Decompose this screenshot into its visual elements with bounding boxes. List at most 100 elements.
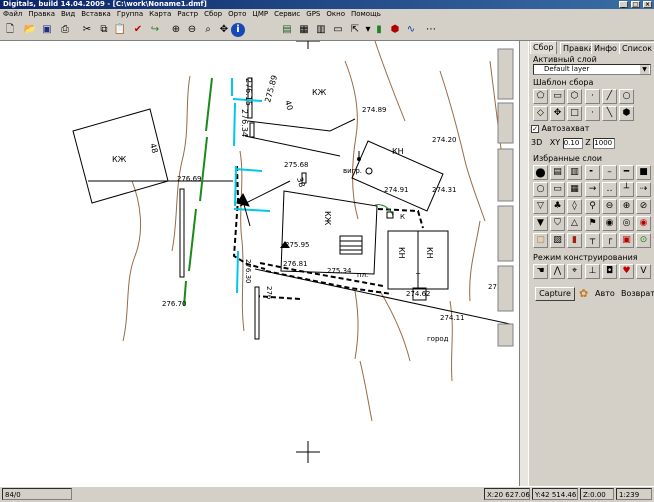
menu-collect[interactable]: Сбор xyxy=(201,9,225,20)
t-line-icon[interactable]: ┬ xyxy=(585,233,600,248)
shield-icon[interactable]: ⛉ xyxy=(550,216,565,231)
line-tool-icon[interactable]: ╱ xyxy=(602,89,617,104)
map-drawing[interactable]: КЖ 48 276.15 275.89 40 КЖ 274.89 276.34 … xyxy=(0,41,520,486)
menu-ortho[interactable]: Орто xyxy=(225,9,249,20)
menu-dem[interactable]: ЦМР xyxy=(249,9,271,20)
flag-icon[interactable]: ⚑ xyxy=(585,216,600,231)
paste-icon[interactable]: 📋 xyxy=(113,23,127,37)
dot-tool-icon[interactable]: · xyxy=(585,89,600,104)
move-tool-icon[interactable]: ✥ xyxy=(550,106,565,121)
node-icon[interactable]: ◉ xyxy=(602,216,617,231)
menu-insert[interactable]: Вставка xyxy=(78,9,114,20)
split-rect-icon[interactable]: ▭ xyxy=(550,182,565,197)
grid-icon[interactable]: ▦ xyxy=(297,23,311,37)
autocapture-checkbox[interactable]: ✓ xyxy=(531,124,539,133)
menu-view[interactable]: Вид xyxy=(58,9,78,20)
orange-rect-icon[interactable]: ▢ xyxy=(533,233,548,248)
menu-gps[interactable]: GPS xyxy=(303,9,323,20)
circle-cross-icon[interactable]: ⊕ xyxy=(619,199,634,214)
target-icon[interactable]: ⊖ xyxy=(602,199,617,214)
return-button[interactable]: Возврат xyxy=(621,289,654,298)
save-icon[interactable]: ▣ xyxy=(40,23,54,37)
info-icon[interactable]: i xyxy=(231,23,245,37)
polygon-tool-icon[interactable]: ⬠ xyxy=(533,89,548,104)
pin-icon[interactable]: ⚲ xyxy=(585,199,600,214)
outline-circle-icon[interactable]: ○ xyxy=(533,182,548,197)
close-button[interactable]: × xyxy=(643,1,652,8)
chevron-down-icon[interactable]: ▼ xyxy=(640,65,649,74)
capture-button[interactable]: Capture xyxy=(535,287,575,301)
redo-icon[interactable]: ↪ xyxy=(148,23,162,37)
more-icon[interactable]: ⋯ xyxy=(424,23,438,37)
triangle-icon[interactable]: △ xyxy=(567,216,582,231)
tab-list[interactable]: Список xyxy=(619,42,654,54)
square-snap-icon[interactable]: ◘ xyxy=(602,264,617,279)
arrow-double-icon[interactable]: ⇢ xyxy=(636,182,651,197)
hand-icon[interactable]: ☚ xyxy=(533,264,548,279)
curve-icon[interactable]: ∿ xyxy=(404,23,418,37)
circle-tool-icon[interactable]: ○ xyxy=(619,89,634,104)
rect-tool-icon[interactable]: ▭ xyxy=(550,89,565,104)
drop-icon[interactable]: ◊ xyxy=(567,199,582,214)
menu-map[interactable]: Карта xyxy=(146,9,174,20)
red-square-icon[interactable]: ▣ xyxy=(619,233,634,248)
zoom-out-icon[interactable]: ⊖ xyxy=(185,23,199,37)
arrow-line-icon[interactable]: → xyxy=(585,182,600,197)
triangle-down-icon[interactable]: ▽ xyxy=(533,199,548,214)
red-target-icon[interactable]: ◉ xyxy=(636,216,651,231)
copy-icon[interactable]: ⧉ xyxy=(97,23,111,37)
closed-shape-icon[interactable]: ⬡ xyxy=(567,89,582,104)
ring-icon[interactable]: ◎ xyxy=(619,216,634,231)
traffic-light-icon[interactable]: ▮ xyxy=(372,23,386,37)
coord-z-input[interactable]: 1000 xyxy=(593,138,616,149)
table-icon[interactable]: ▥ xyxy=(314,23,328,37)
snap-line-icon[interactable]: ⊥ xyxy=(585,264,600,279)
heart-icon[interactable]: ♥ xyxy=(619,264,634,279)
tab-info[interactable]: Инфо xyxy=(591,42,620,54)
zoom-fit-icon[interactable]: ⌕ xyxy=(201,23,215,37)
black-circle-icon[interactable]: ● xyxy=(533,165,548,180)
double-rect-icon[interactable]: ▥ xyxy=(567,165,582,180)
marker-line-icon[interactable]: ╸ xyxy=(585,165,600,180)
minimize-button[interactable]: _ xyxy=(619,1,628,8)
triangle-filled-icon[interactable]: ▼ xyxy=(533,216,548,231)
active-layer-select[interactable]: Default layer ▼ xyxy=(533,64,651,75)
red-bar-icon[interactable]: ▮ xyxy=(567,233,582,248)
point-tool-icon[interactable]: · xyxy=(585,106,600,121)
maximize-button[interactable]: □ xyxy=(631,1,640,8)
tab-collect[interactable]: Сбор xyxy=(530,41,557,54)
cut-icon[interactable]: ✂ xyxy=(80,23,94,37)
auto-button[interactable]: Авто xyxy=(595,289,615,298)
menu-edit[interactable]: Правка xyxy=(25,9,58,20)
square-tool-icon[interactable]: ◇ xyxy=(533,106,548,121)
vertical-scrollbar[interactable] xyxy=(519,41,528,486)
layers-icon[interactable]: ▤ xyxy=(280,23,294,37)
new-icon[interactable]: 🗋 xyxy=(3,23,17,37)
v-icon[interactable]: V xyxy=(636,264,651,279)
rect-outline-icon[interactable]: □ xyxy=(567,106,582,121)
tick-line-icon[interactable]: ┴ xyxy=(619,182,634,197)
palette-icon[interactable]: ✿ xyxy=(579,287,588,300)
snap-icon[interactable]: ⌖ xyxy=(567,264,582,279)
hatched-rect-icon[interactable]: ▤ xyxy=(550,165,565,180)
box3d-tool-icon[interactable]: ⬢ xyxy=(619,106,634,121)
dot-dash-icon[interactable]: ‥ xyxy=(602,182,617,197)
tree-icon[interactable]: ♣ xyxy=(550,199,565,214)
map-canvas[interactable]: КЖ 48 276.15 275.89 40 КЖ 274.89 276.34 … xyxy=(0,41,520,486)
menu-service[interactable]: Сервис xyxy=(271,9,303,20)
menu-window[interactable]: Окно xyxy=(323,9,348,20)
print-icon[interactable]: ⎙ xyxy=(58,23,72,37)
green-dot-icon[interactable]: ⊙ xyxy=(636,233,651,248)
window-icon[interactable]: ▭ xyxy=(331,23,345,37)
open-icon[interactable]: 📂 xyxy=(23,23,37,37)
menu-file[interactable]: Файл xyxy=(0,9,25,20)
pointer-icon[interactable]: ⇱ xyxy=(348,23,362,37)
check-icon[interactable]: ✔ xyxy=(131,23,145,37)
vertex-icon[interactable]: ⋀ xyxy=(550,264,565,279)
zoom-in-icon[interactable]: ⊕ xyxy=(169,23,183,37)
grid-rect-icon[interactable]: ▦ xyxy=(567,182,582,197)
bold-rect-icon[interactable]: ■ xyxy=(636,165,651,180)
diagonal-tool-icon[interactable]: ╲ xyxy=(602,106,617,121)
dash-line-icon[interactable]: – xyxy=(602,165,617,180)
canvas-tool-strip[interactable] xyxy=(497,48,514,347)
